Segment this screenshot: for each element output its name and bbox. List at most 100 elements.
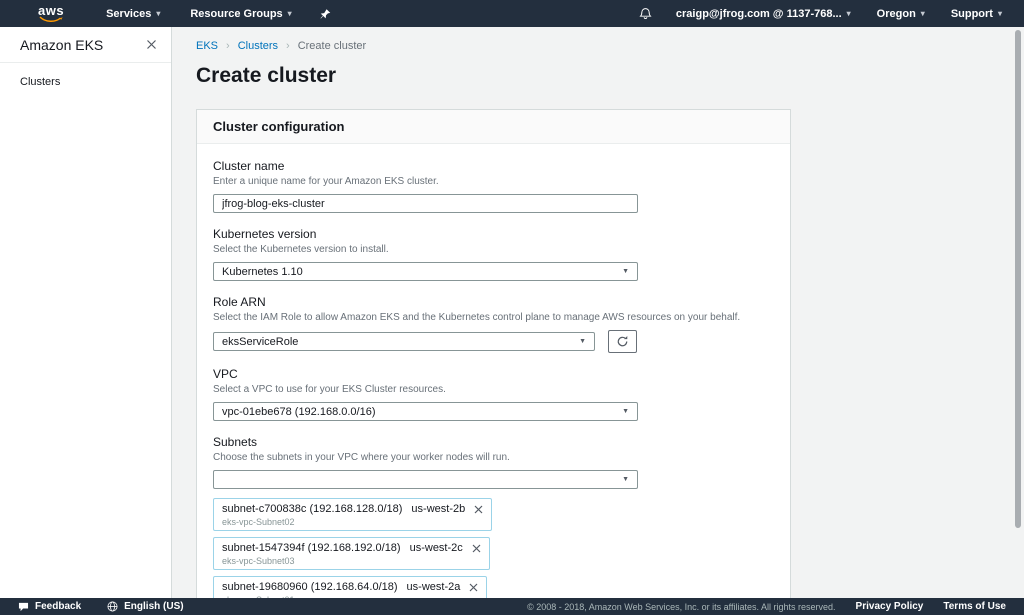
cluster-name-input[interactable] [213, 194, 638, 213]
subnet-chip-az: us-west-2c [410, 542, 463, 554]
eks-sidebar: Amazon EKS Clusters [0, 27, 172, 598]
chevron-right-icon: › [286, 40, 290, 52]
cluster-name-field: Cluster name Enter a unique name for you… [213, 159, 774, 213]
dropdown-caret-icon: ▼ [579, 338, 586, 345]
cluster-name-label: Cluster name [213, 159, 774, 173]
aws-logo-text: aws [38, 5, 64, 16]
subnets-select[interactable]: ▼ [213, 470, 638, 489]
vpc-field: VPC Select a VPC to use for your EKS Clu… [213, 367, 774, 421]
close-icon [146, 39, 157, 50]
vpc-value: vpc-01ebe678 (192.168.0.0/16) [222, 406, 376, 418]
breadcrumb: EKS › Clusters › Create cluster [196, 40, 1024, 52]
subnet-chip: subnet-1547394f (192.168.192.0/18) us-we… [213, 537, 490, 570]
region-label: Oregon [877, 8, 916, 20]
speech-bubble-icon [18, 602, 29, 612]
role-arn-help: Select the IAM Role to allow Amazon EKS … [213, 312, 774, 323]
remove-subnet-button[interactable] [469, 583, 478, 592]
footer-bar: Feedback English (US) © 2008 - 2018, Ama… [0, 598, 1024, 615]
kubernetes-version-field: Kubernetes version Select the Kubernetes… [213, 227, 774, 281]
footer-right-group: © 2008 - 2018, Amazon Web Services, Inc.… [527, 601, 1006, 612]
role-arn-select[interactable]: eksServiceRole ▼ [213, 332, 595, 351]
cluster-configuration-card: Cluster configuration Cluster name Enter… [196, 109, 791, 598]
pushpin-icon [320, 8, 331, 20]
subnet-chip-name: eks-vpc-Subnet02 [222, 517, 483, 527]
refresh-icon [616, 335, 629, 348]
vpc-help: Select a VPC to use for your EKS Cluster… [213, 384, 774, 395]
kubernetes-version-select[interactable]: Kubernetes 1.10 ▼ [213, 262, 638, 281]
sidebar-title: Amazon EKS [20, 37, 103, 53]
main-content: EKS › Clusters › Create cluster Create c… [173, 27, 1024, 598]
remove-subnet-button[interactable] [472, 544, 481, 553]
breadcrumb-clusters-link[interactable]: Clusters [238, 40, 278, 52]
chevron-down-icon: ▾ [921, 10, 925, 18]
close-icon [474, 505, 483, 514]
subnet-chips: subnet-c700838c (192.168.128.0/18) us-we… [213, 498, 774, 598]
dropdown-caret-icon: ▼ [622, 268, 629, 275]
chevron-down-icon: ▾ [156, 10, 160, 18]
subnet-chip: subnet-c700838c (192.168.128.0/18) us-we… [213, 498, 492, 531]
role-arn-field: Role ARN Select the IAM Role to allow Am… [213, 295, 774, 353]
language-button[interactable]: English (US) [107, 601, 183, 612]
subnet-chip-row: subnet-19680960 (192.168.64.0/18) us-wes… [222, 581, 478, 593]
resource-groups-menu[interactable]: Resource Groups ▾ [190, 8, 291, 20]
copyright-text: © 2008 - 2018, Amazon Web Services, Inc.… [527, 602, 835, 612]
support-label: Support [951, 8, 993, 20]
aws-logo[interactable]: aws [38, 5, 64, 23]
dropdown-caret-icon: ▼ [622, 476, 629, 483]
pin-shortcut-button[interactable] [320, 8, 331, 20]
kubernetes-version-label: Kubernetes version [213, 227, 774, 241]
cluster-name-help: Enter a unique name for your Amazon EKS … [213, 176, 774, 187]
dropdown-caret-icon: ▼ [622, 408, 629, 415]
subnet-chip-id: subnet-19680960 (192.168.64.0/18) [222, 581, 398, 593]
subnet-chip: subnet-19680960 (192.168.64.0/18) us-wes… [213, 576, 487, 598]
top-navigation-bar: aws Services ▾ Resource Groups ▾ craigp@… [0, 0, 1024, 27]
card-body: Cluster name Enter a unique name for you… [197, 144, 790, 598]
privacy-policy-link[interactable]: Privacy Policy [856, 601, 924, 612]
account-menu[interactable]: craigp@jfrog.com @ 1137-768... ▾ [676, 8, 851, 20]
chevron-down-icon: ▾ [288, 10, 292, 18]
sidebar-item-clusters[interactable]: Clusters [0, 63, 171, 88]
role-arn-row: eksServiceRole ▼ [213, 330, 774, 353]
refresh-roles-button[interactable] [608, 330, 637, 353]
subnet-chip-row: subnet-1547394f (192.168.192.0/18) us-we… [222, 542, 481, 554]
sidebar-header: Amazon EKS [0, 27, 171, 63]
subnets-label: Subnets [213, 435, 774, 449]
chevron-down-icon: ▾ [847, 10, 851, 18]
chevron-right-icon: › [226, 40, 230, 52]
globe-icon [107, 601, 118, 612]
role-arn-label: Role ARN [213, 295, 774, 309]
subnet-chip-az: us-west-2a [407, 581, 461, 593]
close-icon [472, 544, 481, 553]
subnet-chip-id: subnet-1547394f (192.168.192.0/18) [222, 542, 401, 554]
vertical-scrollbar[interactable] [1015, 30, 1021, 528]
remove-subnet-button[interactable] [474, 505, 483, 514]
aws-smile-icon [39, 16, 63, 23]
services-menu[interactable]: Services ▾ [106, 8, 160, 20]
services-label: Services [106, 8, 151, 20]
subnet-chip-name: eks-vpc-Subnet03 [222, 556, 481, 566]
region-menu[interactable]: Oregon ▾ [877, 8, 925, 20]
terms-of-use-link[interactable]: Terms of Use [943, 601, 1006, 612]
feedback-button[interactable]: Feedback [18, 601, 81, 612]
topnav-right-group: craigp@jfrog.com @ 1137-768... ▾ Oregon … [639, 7, 1008, 20]
kubernetes-version-help: Select the Kubernetes version to install… [213, 244, 774, 255]
vpc-label: VPC [213, 367, 774, 381]
sidebar-close-button[interactable] [146, 39, 157, 50]
page-title: Create cluster [196, 64, 1024, 88]
vpc-select[interactable]: vpc-01ebe678 (192.168.0.0/16) ▼ [213, 402, 638, 421]
support-menu[interactable]: Support ▾ [951, 8, 1002, 20]
notifications-button[interactable] [639, 7, 652, 20]
kubernetes-version-value: Kubernetes 1.10 [222, 266, 303, 278]
feedback-label: Feedback [35, 601, 81, 612]
subnets-field: Subnets Choose the subnets in your VPC w… [213, 435, 774, 598]
subnet-chip-az: us-west-2b [411, 503, 465, 515]
close-icon [469, 583, 478, 592]
role-arn-value: eksServiceRole [222, 336, 298, 348]
resource-groups-label: Resource Groups [190, 8, 282, 20]
subnets-help: Choose the subnets in your VPC where you… [213, 452, 774, 463]
language-label: English (US) [124, 601, 183, 612]
chevron-down-icon: ▾ [998, 10, 1002, 18]
breadcrumb-eks-link[interactable]: EKS [196, 40, 218, 52]
account-label: craigp@jfrog.com @ 1137-768... [676, 8, 842, 20]
subnet-chip-row: subnet-c700838c (192.168.128.0/18) us-we… [222, 503, 483, 515]
